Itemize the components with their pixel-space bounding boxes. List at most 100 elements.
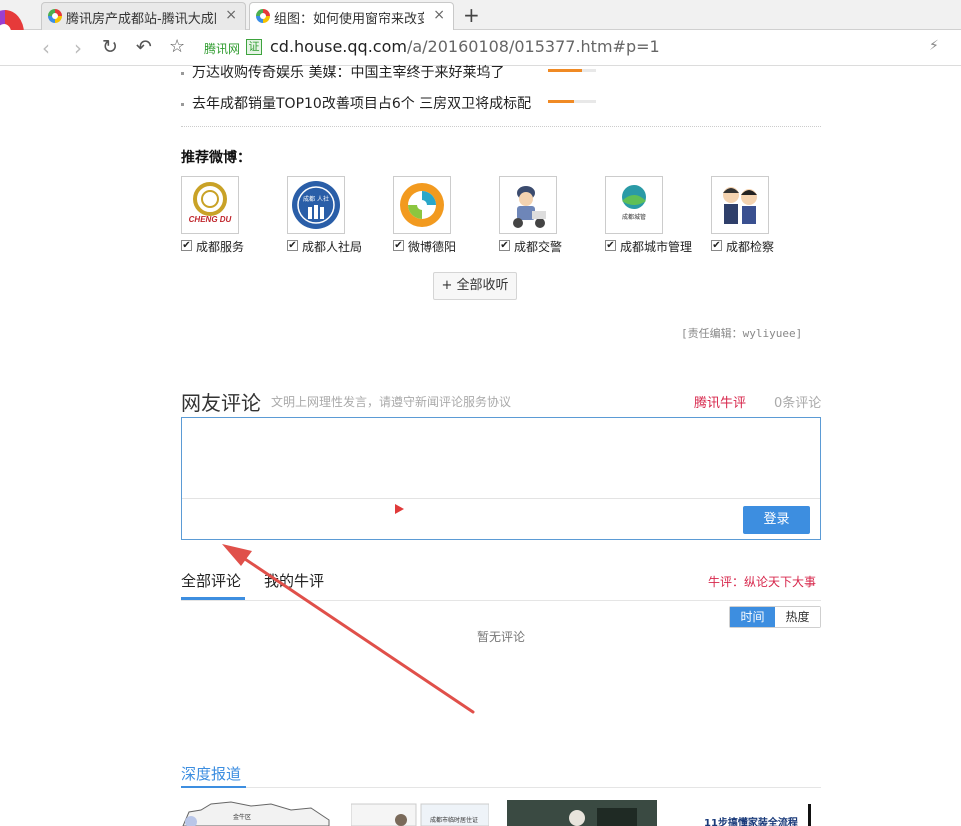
weibo-account-name[interactable]: 成都交警 — [514, 238, 562, 255]
weibo-account-name[interactable]: 微博德阳 — [408, 238, 456, 255]
heat-bar-fill — [548, 100, 575, 103]
browser-tab-bar: 腾讯房产成都站-腾讯大成网 × 组图：如何使用窗帘来改变房 × + — [0, 0, 961, 56]
divider — [181, 126, 821, 127]
comment-count[interactable]: 0条评论 — [774, 392, 821, 411]
follow-checkbox[interactable]: ✔ — [605, 240, 616, 251]
report-thumbnail[interactable]: 成都市临时居住证 — [351, 800, 501, 826]
sort-toggle: 时间 热度 — [729, 606, 821, 628]
chengdu-logo-icon: CHENG DU — [189, 182, 232, 224]
weibo-account: ✔ 成都检察 — [711, 176, 817, 256]
thumbnail-caption: 成都市临时居住证 — [430, 817, 479, 824]
avatar[interactable]: 成都城管 — [605, 176, 663, 234]
verified-badge: 证 — [246, 39, 262, 55]
active-tab-indicator — [181, 786, 246, 788]
avatar[interactable] — [499, 176, 557, 234]
weibo-account-name[interactable]: 成都服务 — [196, 238, 244, 255]
comments-tip[interactable]: 文明上网理性发言，请遵守新闻评论服务协议 — [271, 393, 511, 410]
empty-comments-text: 暂无评论 — [477, 630, 526, 644]
divider — [181, 600, 821, 601]
login-button[interactable]: 登录 — [743, 506, 810, 534]
niuping-slogan-link[interactable]: 牛评：纵论天下大事 — [708, 573, 816, 590]
qq-site-icon — [48, 9, 62, 23]
city-management-logo-icon: 成都城管 — [622, 185, 646, 221]
weibo-account: 成都 人社 ✔ 成都人社局 — [287, 176, 393, 256]
deep-reports-title[interactable]: 深度报道 — [181, 763, 241, 784]
annotation-arrow-icon — [222, 544, 475, 714]
report-thumbnail[interactable]: 11步搞懂家装全流程 — [680, 800, 830, 826]
browser-tab-1[interactable]: 腾讯房产成都站-腾讯大成网 × — [41, 2, 246, 30]
comment-box: 登录 — [181, 417, 821, 540]
bullet-icon — [181, 102, 184, 106]
comment-input[interactable] — [182, 418, 820, 498]
news-title[interactable]: 去年成都销量TOP10改善项目占6个 三房双卫将成标配 — [192, 96, 531, 112]
weibo-account: ✔ 成都交警 — [499, 176, 605, 256]
follow-checkbox[interactable]: ✔ — [287, 240, 298, 251]
browser-nav-bar: ‹ › ↻ ↶ ☆ 腾讯网 证 cd.house.qq.com/a/201601… — [0, 30, 961, 66]
site-name-label: 腾讯网 — [204, 42, 241, 56]
undo-icon[interactable]: ↶ — [136, 36, 152, 58]
close-tab-icon[interactable]: × — [225, 7, 237, 23]
back-icon[interactable]: ‹ — [42, 36, 50, 60]
tab-title: 组图：如何使用窗帘来改变房 — [274, 12, 424, 27]
avatar[interactable] — [711, 176, 769, 234]
bookmark-star-icon[interactable]: ☆ — [169, 36, 185, 57]
sort-by-hot-button[interactable]: 热度 — [775, 607, 820, 627]
procurator-cartoon-icon — [723, 187, 757, 224]
comment-toolbar: 登录 — [182, 498, 820, 539]
forward-icon[interactable]: › — [74, 36, 82, 60]
responsible-editor: [责任编辑：wyliyuee] — [681, 327, 803, 340]
heat-bar — [548, 69, 596, 72]
news-title[interactable]: 万达收购传奇娱乐 美媒：中国主宰终于来好莱坞了 — [192, 65, 504, 81]
divider — [181, 787, 821, 788]
follow-all-button[interactable]: + 全部收听 — [433, 272, 517, 300]
new-tab-button[interactable]: + — [463, 3, 480, 27]
avatar[interactable]: CHENG DU — [181, 176, 239, 234]
traffic-police-cartoon-icon — [513, 186, 546, 228]
url-host: cd.house.qq.com — [270, 37, 407, 56]
play-icon[interactable] — [395, 504, 404, 514]
report-thumbnail[interactable] — [507, 800, 657, 826]
photo-thumbnail-image — [507, 800, 657, 826]
follow-checkbox[interactable]: ✔ — [499, 240, 510, 251]
thumbnail-caption: 金牛区 — [233, 814, 252, 821]
url-text[interactable]: cd.house.qq.com/a/20160108/015377.htm#p=… — [270, 37, 660, 56]
avatar[interactable]: 成都 人社 — [287, 176, 345, 234]
tab-all-comments[interactable]: 全部评论 — [181, 570, 241, 591]
weibo-account: CHENG DU ✔ 成都服务 — [181, 176, 287, 256]
sort-by-time-button[interactable]: 时间 — [730, 607, 775, 627]
reload-icon[interactable]: ↻ — [102, 36, 118, 58]
thumbnail-caption: 11步搞懂家装全流程 — [704, 818, 798, 826]
qq-site-icon — [256, 9, 270, 23]
map-thumbnail-image — [182, 801, 330, 826]
follow-checkbox[interactable]: ✔ — [711, 240, 722, 251]
heat-bar-fill — [548, 69, 582, 72]
avatar-text: 成都城管 — [622, 213, 646, 221]
deyang-gear-logo-icon — [400, 183, 444, 227]
avatar[interactable] — [393, 176, 451, 234]
tab-title: 腾讯房产成都站-腾讯大成网 — [66, 12, 216, 27]
news-item[interactable]: 去年成都销量TOP10改善项目占6个 三房双卫将成标配 — [181, 93, 531, 113]
heat-bar — [548, 100, 596, 103]
hr-bureau-logo-icon: 成都 人社 — [292, 181, 340, 229]
comments-title: 网友评论 — [181, 391, 261, 415]
weibo-account-name[interactable]: 成都检察 — [726, 238, 774, 255]
weibo-account: 成都城管 ✔ 成都城市管理 — [605, 176, 711, 256]
flash-icon[interactable]: ⚡ — [929, 38, 939, 54]
url-path: /a/20160108/015377.htm#p=1 — [406, 37, 660, 56]
close-tab-icon[interactable]: × — [433, 7, 445, 23]
weibo-section-title: 推荐微博： — [181, 150, 251, 166]
weibo-account: ✔ 微博德阳 — [393, 176, 499, 256]
avatar-text: CHENG DU — [189, 215, 232, 224]
report-thumbnail[interactable]: 金牛区 — [181, 800, 331, 826]
browser-tab-2-active[interactable]: 组图：如何使用窗帘来改变房 × — [249, 2, 454, 30]
follow-checkbox[interactable]: ✔ — [393, 240, 404, 251]
tab-my-comments[interactable]: 我的牛评 — [264, 570, 324, 591]
bullet-icon — [181, 71, 184, 75]
follow-checkbox[interactable]: ✔ — [181, 240, 192, 251]
weibo-account-name[interactable]: 成都人社局 — [302, 238, 362, 255]
address-bar[interactable]: 腾讯网 证 cd.house.qq.com/a/20160108/015377.… — [196, 35, 946, 61]
weibo-account-name[interactable]: 成都城市管理 — [620, 238, 692, 255]
avatar-text: 成都 人社 — [303, 195, 329, 203]
tencent-niuping-link[interactable]: 腾讯牛评 — [694, 392, 746, 411]
news-item[interactable]: 万达收购传奇娱乐 美媒：中国主宰终于来好莱坞了 — [181, 62, 504, 82]
